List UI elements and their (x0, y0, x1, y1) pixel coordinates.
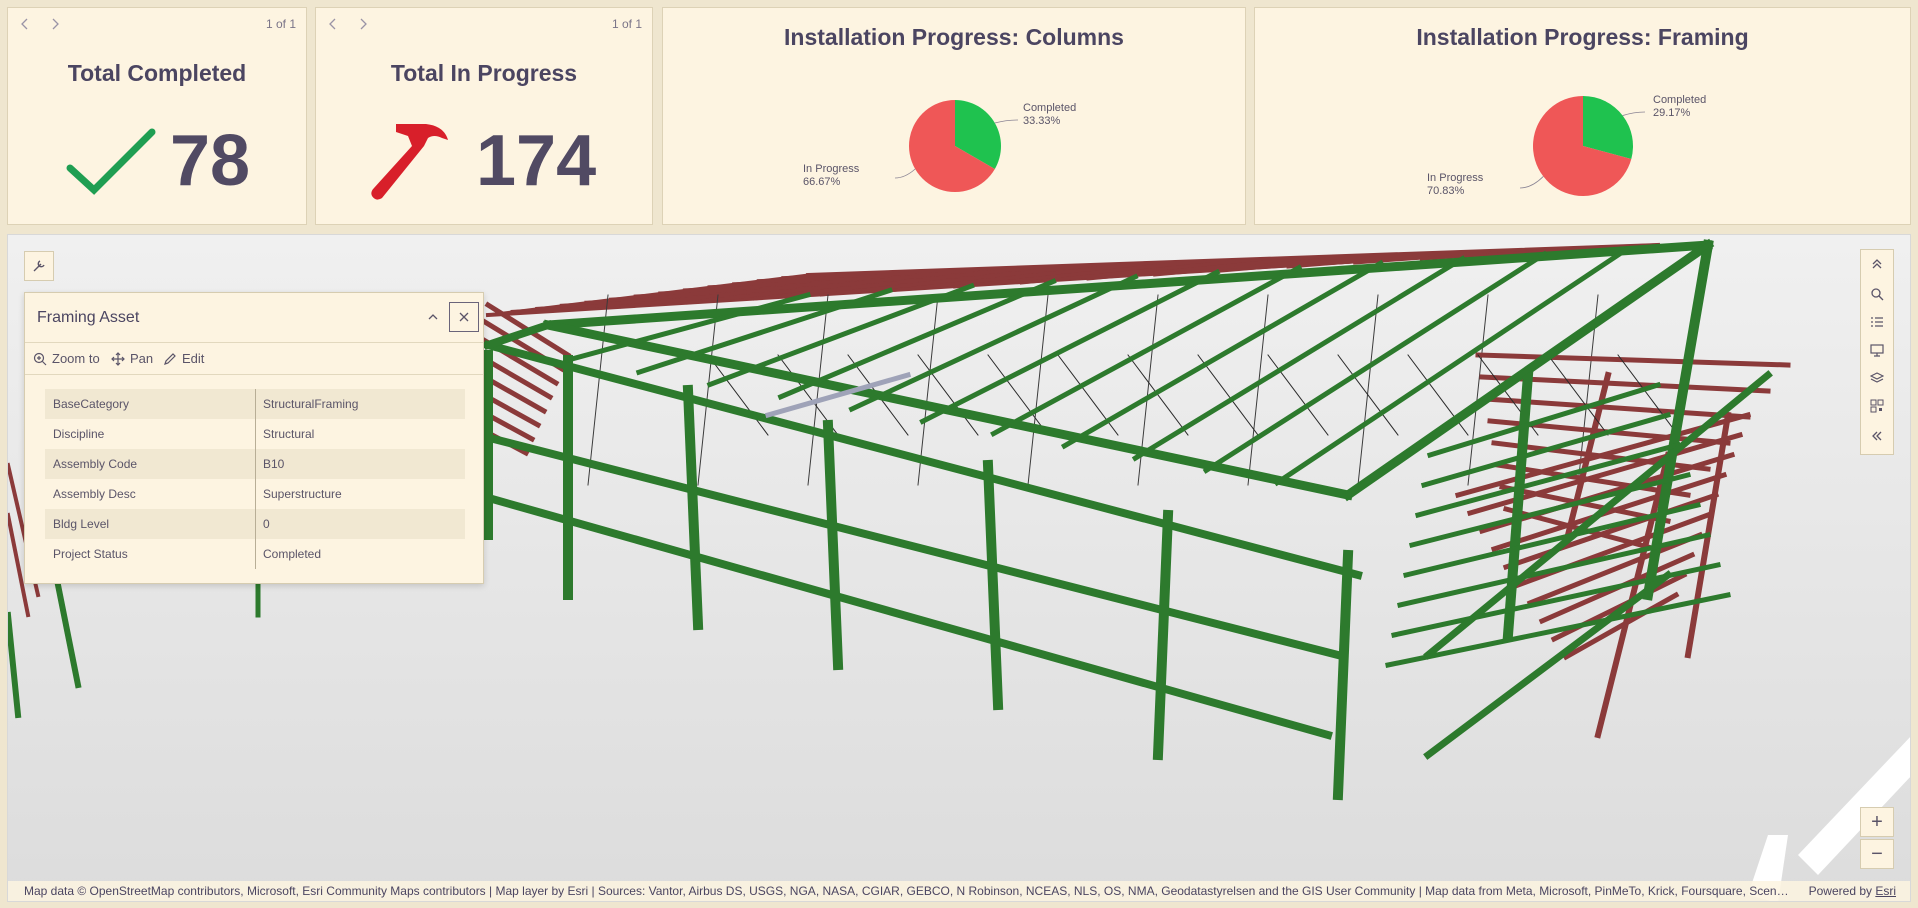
zoom-to-button[interactable]: Zoom to (33, 351, 100, 366)
table-row: BaseCategory StructuralFraming (45, 389, 465, 419)
chevron-right-icon[interactable] (358, 16, 370, 32)
chart-card-columns: Installation Progress: Columns Completed… (662, 7, 1246, 225)
move-icon (111, 351, 125, 366)
slice-value-label: 66.67% (803, 176, 841, 188)
table-row: Project Status Completed (45, 539, 465, 569)
collapse-left-icon[interactable] (1861, 422, 1893, 450)
zoom-in-icon (33, 352, 47, 365)
slice-label: Completed (1653, 94, 1706, 106)
leader-line (1519, 176, 1544, 189)
pencil-icon (164, 352, 176, 365)
chevron-left-icon[interactable] (20, 16, 32, 32)
zoom-out-button[interactable]: − (1860, 839, 1894, 869)
qr-code-icon[interactable] (1861, 392, 1893, 420)
table-row: Bldg Level 0 (45, 509, 465, 539)
pie-chart-framing: Completed29.17% In Progress70.83% (1427, 94, 1706, 197)
close-icon (459, 312, 469, 322)
measure-tool-button[interactable] (24, 251, 54, 281)
popup-actions: Zoom to Pan Edit (25, 343, 483, 375)
legend-list-icon[interactable] (1861, 308, 1893, 336)
slice-label: In Progress (1427, 172, 1484, 184)
feature-popup: Framing Asset Zoom to Pan Edit BaseCateg… (24, 292, 484, 584)
slice-value-label: 33.33% (1023, 115, 1061, 127)
pan-label: Pan (130, 351, 154, 366)
indicator-value: 78 (170, 121, 251, 201)
leader-line (1622, 111, 1646, 116)
leader-line (994, 119, 1019, 124)
slice-label: In Progress (803, 163, 860, 175)
chevron-left-icon[interactable] (328, 16, 340, 32)
chevron-up-icon (428, 314, 438, 320)
attribution-text: Map data © OpenStreetMap contributors, M… (24, 884, 1790, 898)
pie-chart-columns: Completed33.33% In Progress66.67% (803, 100, 1076, 193)
esri-link[interactable]: Esri (1875, 884, 1896, 898)
pager-count: 1 of 1 (265, 17, 296, 31)
table-row: Discipline Structural (45, 419, 465, 449)
wrench-icon (33, 260, 45, 272)
indicator-card-in-progress: 1 of 1 Total In Progress 174 (315, 7, 653, 225)
popup-header: Framing Asset (25, 293, 483, 343)
indicator-card-completed: 1 of 1 Total Completed 78 (7, 7, 307, 225)
pan-button[interactable]: Pan (111, 351, 153, 366)
table-row: Assembly Code B10 (45, 449, 465, 479)
attribute-table: BaseCategory StructuralFraming Discipline… (45, 389, 465, 569)
map-toolbar (1860, 249, 1894, 455)
hammer-icon (371, 124, 448, 200)
edit-label: Edit (182, 351, 205, 366)
collapse-button[interactable] (421, 305, 445, 329)
powered-by: Powered by Esri (1808, 884, 1896, 898)
search-icon[interactable] (1861, 280, 1893, 308)
popup-title: Framing Asset (37, 309, 140, 326)
collapse-up-icon[interactable] (1861, 250, 1893, 278)
edit-button[interactable]: Edit (163, 351, 204, 366)
chevron-right-icon[interactable] (50, 16, 62, 32)
close-button[interactable] (449, 302, 479, 332)
pager: 1 of 1 (328, 16, 642, 32)
indicator-title: Total Completed (67, 60, 247, 86)
layers-icon[interactable] (1861, 364, 1893, 392)
zoom-to-label: Zoom to (52, 351, 100, 366)
presentation-icon[interactable] (1861, 336, 1893, 364)
table-row: Assembly Desc Superstructure (45, 479, 465, 509)
checkmark-icon (66, 128, 156, 195)
leader-line (894, 168, 916, 179)
zoom-in-button[interactable]: + (1860, 807, 1894, 837)
slice-label: Completed (1023, 102, 1076, 114)
pager-count: 1 of 1 (611, 17, 642, 31)
chart-card-framing: Installation Progress: Framing Completed… (1254, 7, 1911, 225)
map-attribution: Map data © OpenStreetMap contributors, M… (8, 881, 1910, 901)
indicator-value: 174 (476, 121, 597, 201)
pager: 1 of 1 (20, 16, 296, 32)
indicator-title: Total In Progress (390, 60, 578, 86)
slice-value-label: 70.83% (1427, 185, 1465, 197)
slice-value-label: 29.17% (1653, 107, 1691, 119)
